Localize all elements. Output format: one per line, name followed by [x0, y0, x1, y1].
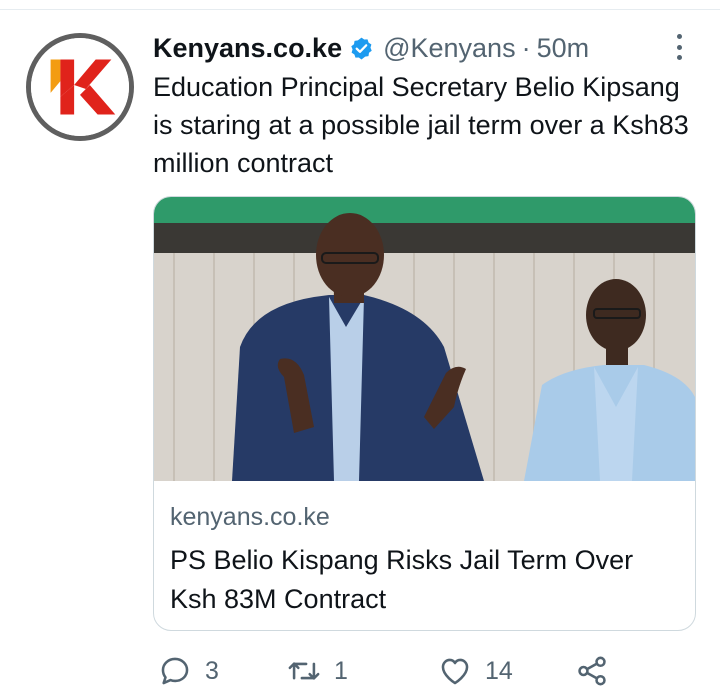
kenyans-logo-icon [31, 38, 129, 136]
retweet-icon [288, 662, 320, 680]
like-button[interactable]: 14 [438, 654, 513, 688]
reply-button[interactable]: 3 [158, 654, 219, 688]
card-image [154, 197, 695, 481]
timestamp[interactable]: 50m [537, 33, 590, 64]
top-divider [0, 0, 720, 10]
avatar[interactable] [26, 33, 134, 141]
tweet-text: Education Principal Secretary Belio Kips… [153, 72, 689, 178]
handle[interactable]: @Kenyans [383, 33, 515, 64]
card-domain: kenyans.co.ke [170, 503, 330, 531]
card-title: PS Belio Kispang Risks Jail Term Over Ks… [170, 545, 634, 614]
action-bar: 3 1 14 [0, 650, 720, 690]
tweet-header: Kenyans.co.ke @Kenyans · 50m [153, 28, 589, 68]
display-name[interactable]: Kenyans.co.ke [153, 33, 342, 64]
more-options-icon[interactable] [668, 30, 690, 64]
like-count: 14 [485, 656, 513, 685]
heart-icon [441, 658, 469, 685]
share-icon [578, 656, 606, 686]
link-card[interactable]: kenyans.co.ke PS Belio Kispang Risks Jai… [153, 196, 696, 631]
retweet-button[interactable]: 1 [287, 654, 348, 688]
reply-icon [161, 657, 189, 685]
share-button[interactable] [575, 654, 609, 688]
reply-count: 3 [205, 656, 219, 685]
retweet-count: 1 [334, 656, 348, 685]
separator-dot: · [521, 32, 531, 63]
verified-badge-icon [349, 36, 374, 61]
